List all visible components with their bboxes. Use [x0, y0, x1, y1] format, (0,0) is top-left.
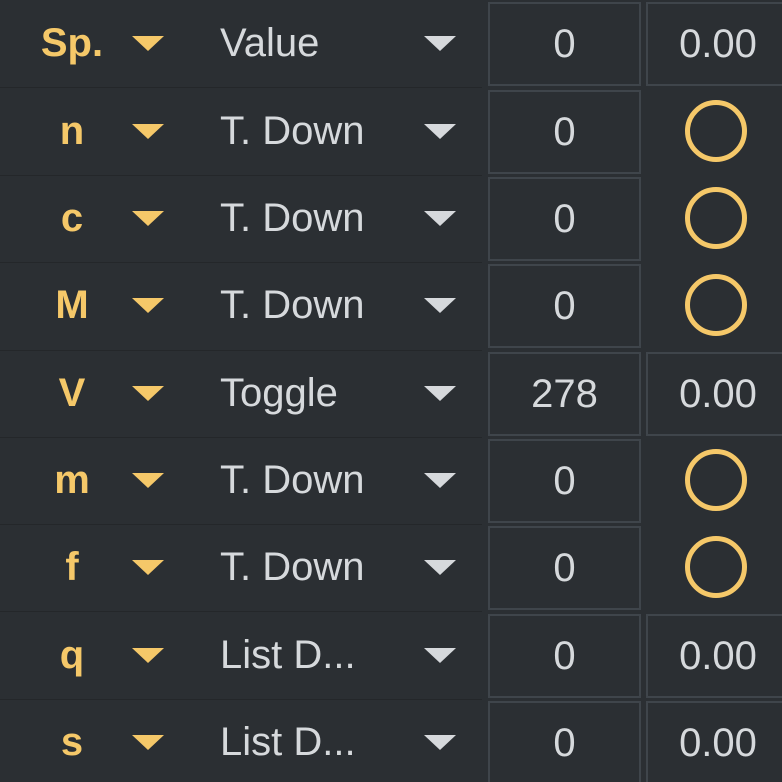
- mode-dropdown[interactable]: T. Down: [210, 437, 472, 524]
- circle-toggle-icon[interactable]: [685, 536, 747, 598]
- key-dropdown-arrow-icon[interactable]: [132, 648, 164, 663]
- key-label: n: [59, 109, 85, 153]
- key-label: m: [54, 458, 90, 502]
- circle-toggle-icon[interactable]: [685, 449, 747, 511]
- circle-toggle-icon[interactable]: [685, 187, 747, 249]
- mode-dropdown-arrow-icon: [424, 124, 456, 139]
- mode-label: List D...: [220, 633, 356, 677]
- number-field[interactable]: 278: [488, 352, 641, 436]
- key-dropdown-arrow-icon[interactable]: [132, 386, 164, 401]
- key-dropdown-arrow-icon[interactable]: [132, 560, 164, 575]
- mode-dropdown-arrow-icon: [424, 298, 456, 313]
- key-dropdown-arrow-icon[interactable]: [132, 124, 164, 139]
- number-field[interactable]: 0: [488, 439, 641, 523]
- key-label: Sp.: [40, 21, 104, 65]
- mode-dropdown[interactable]: List D...: [210, 699, 472, 782]
- mode-label: T. Down: [220, 283, 365, 327]
- number-field[interactable]: 0: [488, 264, 641, 348]
- mapping-row: q List D... 0 0.00: [0, 612, 782, 699]
- number-field[interactable]: 0: [488, 614, 641, 698]
- key-mapping-panel: Sp. Value 0 0.00 n T. Down 0 c T. Down 0: [0, 0, 782, 782]
- mode-label: T. Down: [220, 545, 365, 589]
- number-field[interactable]: 0: [488, 2, 641, 86]
- mode-dropdown[interactable]: Toggle: [210, 350, 472, 437]
- mode-dropdown-arrow-icon: [424, 386, 456, 401]
- mapping-row: f T. Down 0: [0, 524, 782, 611]
- mode-dropdown[interactable]: T. Down: [210, 524, 472, 611]
- mode-dropdown[interactable]: T. Down: [210, 175, 472, 262]
- key-label: f: [65, 545, 79, 589]
- mapping-row: V Toggle 278 0.00: [0, 350, 782, 437]
- key-dropdown-arrow-icon[interactable]: [132, 298, 164, 313]
- mode-dropdown-arrow-icon: [424, 473, 456, 488]
- mode-label: Value: [220, 21, 320, 65]
- mode-label: T. Down: [220, 458, 365, 502]
- key-dropdown-arrow-icon[interactable]: [132, 473, 164, 488]
- key-label: c: [60, 196, 84, 240]
- key-label: s: [60, 720, 84, 764]
- mode-label: T. Down: [220, 196, 365, 240]
- number-field[interactable]: 0: [488, 701, 641, 782]
- value-field[interactable]: 0.00: [646, 2, 782, 86]
- mapping-row: c T. Down 0: [0, 175, 782, 262]
- mode-label: Toggle: [220, 371, 338, 415]
- mapping-row: M T. Down 0: [0, 262, 782, 349]
- mapping-row: s List D... 0 0.00: [0, 699, 782, 782]
- mode-dropdown[interactable]: Value: [210, 0, 472, 87]
- mode-dropdown[interactable]: T. Down: [210, 262, 472, 349]
- mode-dropdown[interactable]: List D...: [210, 612, 472, 699]
- mode-dropdown-arrow-icon: [424, 560, 456, 575]
- mapping-row: Sp. Value 0 0.00: [0, 0, 782, 87]
- key-label: M: [55, 283, 89, 327]
- mode-dropdown-arrow-icon: [424, 648, 456, 663]
- key-label: V: [58, 371, 86, 415]
- number-field[interactable]: 0: [488, 177, 641, 261]
- key-dropdown-arrow-icon[interactable]: [132, 211, 164, 226]
- circle-toggle-icon[interactable]: [685, 100, 747, 162]
- mode-label: List D...: [220, 720, 356, 764]
- number-field[interactable]: 0: [488, 526, 641, 610]
- mode-dropdown-arrow-icon: [424, 36, 456, 51]
- value-field[interactable]: 0.00: [646, 614, 782, 698]
- key-dropdown-arrow-icon[interactable]: [132, 735, 164, 750]
- key-label: q: [59, 633, 85, 677]
- mapping-row: m T. Down 0: [0, 437, 782, 524]
- mode-dropdown[interactable]: T. Down: [210, 88, 472, 175]
- mapping-row: n T. Down 0: [0, 88, 782, 175]
- key-dropdown-arrow-icon[interactable]: [132, 36, 164, 51]
- mode-label: T. Down: [220, 109, 365, 153]
- value-field[interactable]: 0.00: [646, 701, 782, 782]
- mode-dropdown-arrow-icon: [424, 735, 456, 750]
- number-field[interactable]: 0: [488, 90, 641, 174]
- circle-toggle-icon[interactable]: [685, 274, 747, 336]
- mode-dropdown-arrow-icon: [424, 211, 456, 226]
- value-field[interactable]: 0.00: [646, 352, 782, 436]
